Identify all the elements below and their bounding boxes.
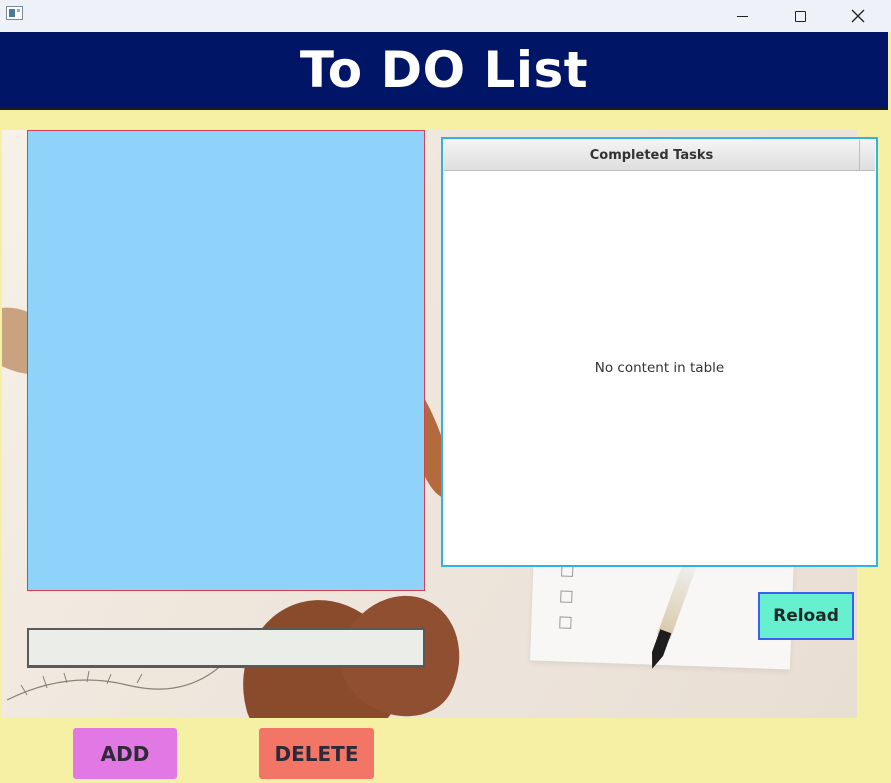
- task-input[interactable]: [27, 628, 425, 668]
- delete-button[interactable]: DELETE: [259, 728, 374, 779]
- minimize-button[interactable]: [713, 0, 771, 32]
- checkbox-drawing: [560, 590, 573, 603]
- maximize-icon: [794, 10, 806, 22]
- reload-button[interactable]: Reload: [758, 592, 854, 640]
- task-list[interactable]: [27, 130, 425, 591]
- minimize-icon: [736, 15, 748, 17]
- completed-tasks-table[interactable]: Completed Tasks No content in table: [441, 137, 878, 567]
- close-button[interactable]: [829, 0, 887, 32]
- table-empty-placeholder: No content in table: [594, 360, 725, 376]
- page-title: To DO List: [299, 41, 589, 99]
- app-window-icon: [6, 6, 23, 20]
- add-button[interactable]: ADD: [73, 728, 177, 779]
- window-titlebar[interactable]: [0, 0, 891, 32]
- maximize-button[interactable]: [771, 0, 829, 32]
- table-header: Completed Tasks: [444, 140, 875, 171]
- checkbox-drawing: [559, 616, 572, 629]
- close-icon: [851, 9, 865, 23]
- column-header-completed-tasks[interactable]: Completed Tasks: [444, 140, 860, 170]
- header-banner: To DO List: [0, 32, 888, 110]
